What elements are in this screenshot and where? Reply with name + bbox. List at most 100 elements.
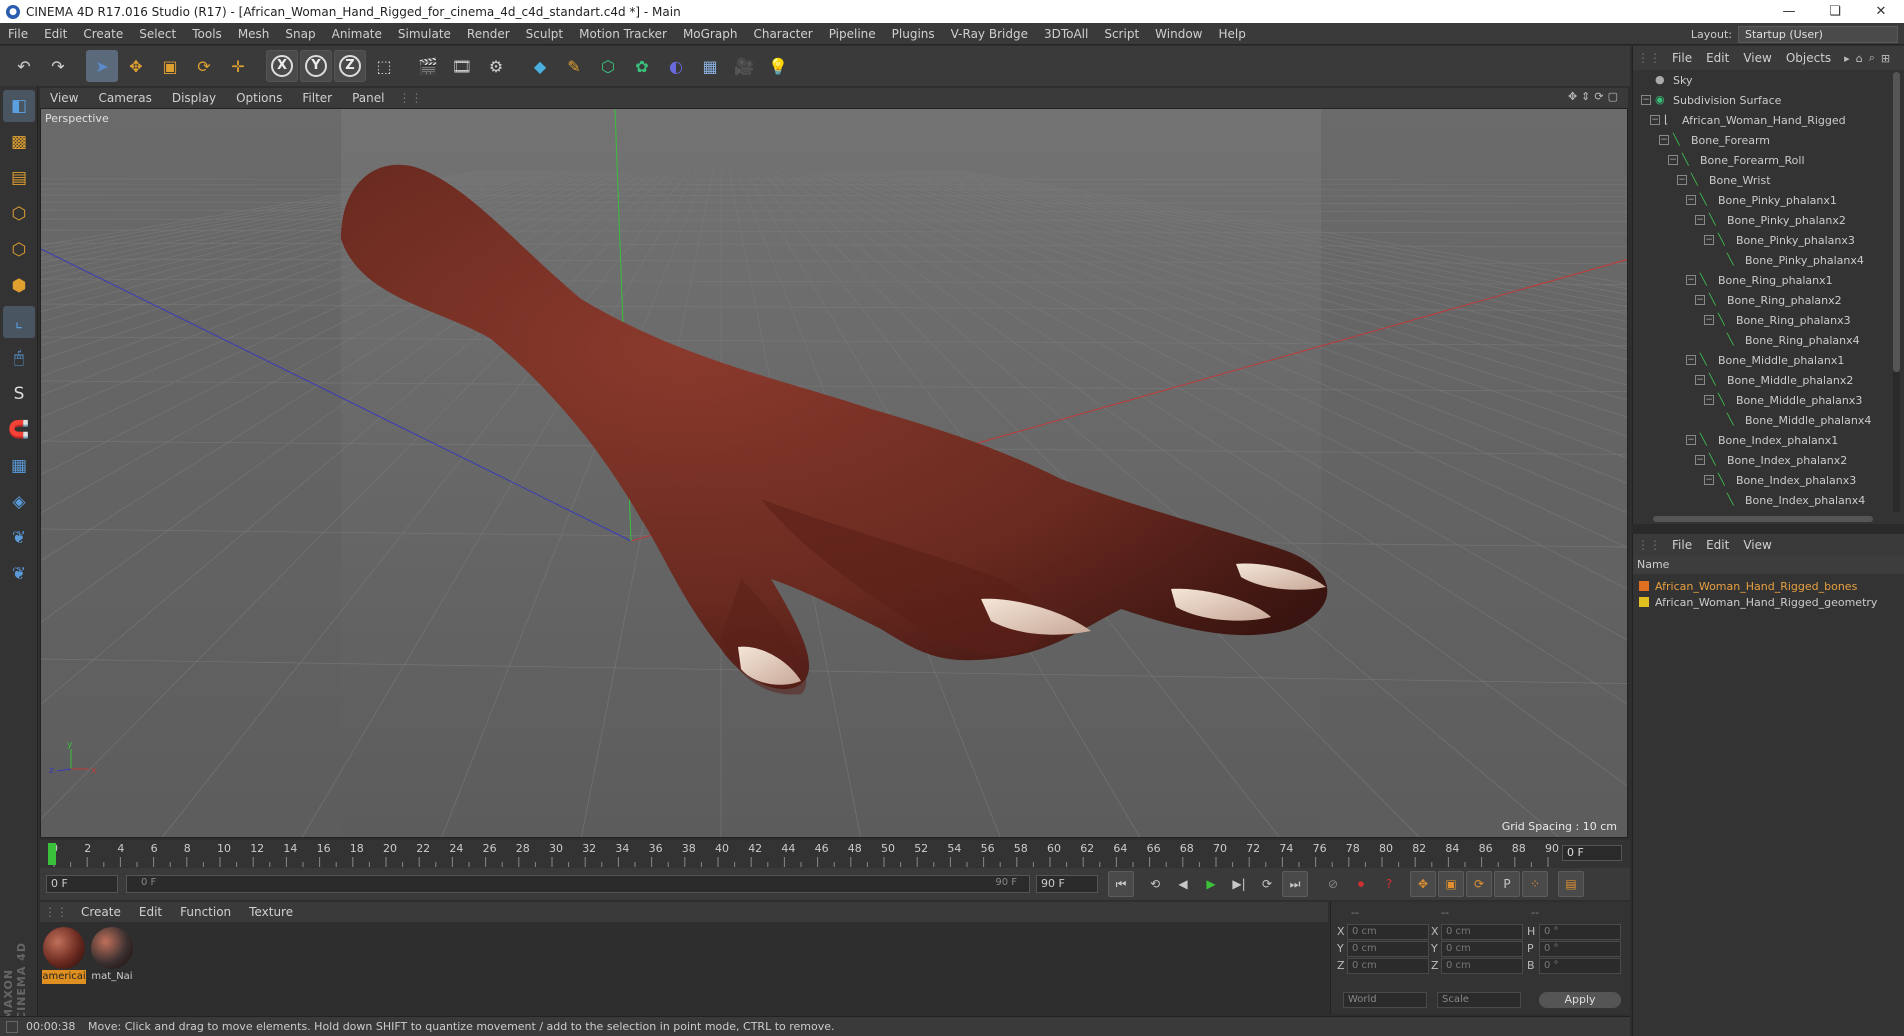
expand-toggle-icon[interactable]: − — [1659, 135, 1669, 145]
apply-button[interactable]: Apply — [1539, 992, 1621, 1008]
menu-tools[interactable]: Tools — [184, 27, 230, 41]
next-key-icon[interactable]: ⟳ — [1254, 871, 1280, 897]
panel-divider[interactable] — [1632, 524, 1904, 534]
expand-toggle-icon[interactable]: − — [1695, 375, 1705, 385]
tree-item[interactable]: − ╲ Bone_Wrist — [1677, 170, 1771, 190]
size-field[interactable]: 0 cm — [1441, 958, 1523, 974]
pen-icon[interactable]: ✎ — [558, 50, 590, 82]
layer-color-swatch[interactable] — [1639, 597, 1649, 607]
timeline-window-icon[interactable]: ▤ — [1558, 871, 1584, 897]
go-to-end-icon[interactable]: ⏭ — [1282, 871, 1308, 897]
tree-item[interactable]: − ╲ Bone_Pinky_phalanx2 — [1695, 210, 1846, 230]
menu-character[interactable]: Character — [745, 27, 820, 41]
playhead[interactable] — [48, 843, 56, 865]
viewport-menu-view[interactable]: View — [40, 91, 88, 105]
previous-key-icon[interactable]: ⟲ — [1142, 871, 1168, 897]
menu-simulate[interactable]: Simulate — [390, 27, 459, 41]
tree-item[interactable]: − ╲ Bone_Ring_phalanx1 — [1686, 270, 1833, 290]
expand-toggle-icon[interactable]: − — [1650, 115, 1660, 125]
key-position-icon[interactable]: ✥ — [1410, 871, 1436, 897]
expand-toggle-icon[interactable]: − — [1668, 155, 1678, 165]
axis-mode-icon[interactable]: ⌞ — [3, 306, 35, 338]
material-menu-edit[interactable]: Edit — [130, 905, 171, 919]
y-axis-icon[interactable]: Y — [300, 50, 332, 82]
size-field[interactable]: 0 cm — [1441, 941, 1523, 957]
menu-help[interactable]: Help — [1210, 27, 1253, 41]
deformer-icon[interactable]: ◐ — [660, 50, 692, 82]
redo-icon[interactable]: ↷ — [42, 50, 74, 82]
object-vertical-scrollbar[interactable] — [1893, 72, 1900, 512]
tree-item[interactable]: ╲ Bone_Pinky_phalanx4 — [1713, 250, 1864, 270]
z-axis-icon[interactable]: Z — [334, 50, 366, 82]
sculpt-icon[interactable]: ◈ — [3, 486, 35, 518]
menu-render[interactable]: Render — [459, 27, 518, 41]
rotation-field[interactable]: 0 ° — [1539, 924, 1621, 940]
rotation-field[interactable]: 0 ° — [1539, 958, 1621, 974]
tree-item[interactable]: − ╲ Bone_Ring_phalanx2 — [1695, 290, 1842, 310]
expand-toggle-icon[interactable]: − — [1677, 175, 1687, 185]
scale-dropdown[interactable]: Scale — [1437, 992, 1521, 1008]
points-mode-icon[interactable]: ⬡ — [3, 198, 35, 230]
expand-toggle-icon[interactable]: − — [1686, 195, 1696, 205]
close-button[interactable]: ✕ — [1858, 0, 1904, 23]
menu-snap[interactable]: Snap — [277, 27, 323, 41]
viewport-menu-panel[interactable]: Panel — [342, 91, 394, 105]
material-menu-function[interactable]: Function — [171, 905, 240, 919]
material-swatch[interactable]: mat_Nai — [90, 926, 134, 984]
layout-dropdown[interactable]: Startup (User) — [1738, 25, 1898, 43]
position-field[interactable]: 0 cm — [1347, 958, 1429, 974]
key-scale-icon[interactable]: ▣ — [1438, 871, 1464, 897]
play-icon[interactable]: ▶ — [1198, 871, 1224, 897]
timeline-ruler[interactable]: 0246810121416182022242628303234363840424… — [40, 840, 1630, 868]
menu-3dtoall[interactable]: 3DToAll — [1036, 27, 1096, 41]
expand-toggle-icon[interactable]: − — [1695, 455, 1705, 465]
tree-item[interactable]: − ◉ Subdivision Surface — [1641, 90, 1781, 110]
menu-window[interactable]: Window — [1147, 27, 1210, 41]
layer-menu-view[interactable]: View — [1736, 538, 1778, 552]
minimize-button[interactable]: — — [1766, 0, 1812, 23]
previous-frame-icon[interactable]: ◀ — [1170, 871, 1196, 897]
undo-icon[interactable]: ↶ — [8, 50, 40, 82]
size-field[interactable]: 0 cm — [1441, 924, 1523, 940]
object-menu-edit[interactable]: Edit — [1699, 51, 1736, 65]
home-icon[interactable]: ⌂ — [1856, 52, 1863, 65]
layer-menu-file[interactable]: File — [1665, 538, 1699, 552]
expand-toggle-icon[interactable]: − — [1695, 215, 1705, 225]
menu-sculpt[interactable]: Sculpt — [518, 27, 571, 41]
layer-color-swatch[interactable] — [1639, 581, 1649, 591]
rotation-field[interactable]: 0 ° — [1539, 941, 1621, 957]
expand-toggle-icon[interactable]: − — [1704, 235, 1714, 245]
menu-v-ray-bridge[interactable]: V-Ray Bridge — [943, 27, 1036, 41]
tree-item[interactable]: ╲ Bone_Ring_phalanx4 — [1713, 330, 1860, 350]
cube-icon[interactable]: ◆ — [524, 50, 556, 82]
menu-create[interactable]: Create — [75, 27, 131, 41]
menu-mograph[interactable]: MoGraph — [675, 27, 746, 41]
floor-icon[interactable]: ▦ — [694, 50, 726, 82]
viewport-menu-filter[interactable]: Filter — [292, 91, 342, 105]
light-icon[interactable]: 💡 — [762, 50, 794, 82]
menu-mesh[interactable]: Mesh — [230, 27, 278, 41]
object-menu-view[interactable]: View — [1736, 51, 1778, 65]
position-field[interactable]: 0 cm — [1347, 941, 1429, 957]
expand-toggle-icon[interactable]: − — [1686, 275, 1696, 285]
python2-icon[interactable]: ❦ — [3, 558, 35, 590]
maximize-view-icon[interactable]: ▢ — [1608, 90, 1618, 103]
select-icon[interactable]: ➤ — [86, 50, 118, 82]
render-settings-icon[interactable]: ⚙ — [480, 50, 512, 82]
key-pla-icon[interactable]: ⁘ — [1522, 871, 1548, 897]
render-picture-viewer-icon[interactable]: 🎞 — [446, 50, 478, 82]
timeline-ticks[interactable]: 0246810121416182022242628303234363840424… — [40, 840, 1560, 868]
expand-toggle-icon[interactable]: − — [1704, 315, 1714, 325]
workplane-icon[interactable]: ▤ — [3, 162, 35, 194]
next-frame-icon[interactable]: ▶| — [1226, 871, 1252, 897]
orbit-icon[interactable]: ⟳ — [1594, 90, 1603, 103]
tree-item[interactable]: − ╲ Bone_Index_phalanx2 — [1695, 450, 1847, 470]
expand-toggle-icon[interactable]: − — [1704, 475, 1714, 485]
tree-item[interactable]: − ╲ Bone_Pinky_phalanx3 — [1704, 230, 1855, 250]
object-menu-file[interactable]: File — [1665, 51, 1699, 65]
tree-item[interactable]: − ╲ Bone_Ring_phalanx3 — [1704, 310, 1851, 330]
bookmark-icon[interactable]: ⊞ — [1881, 52, 1890, 65]
search-icon[interactable]: ⌕ — [1869, 51, 1875, 65]
menu-plugins[interactable]: Plugins — [884, 27, 943, 41]
menu-edit[interactable]: Edit — [36, 27, 75, 41]
